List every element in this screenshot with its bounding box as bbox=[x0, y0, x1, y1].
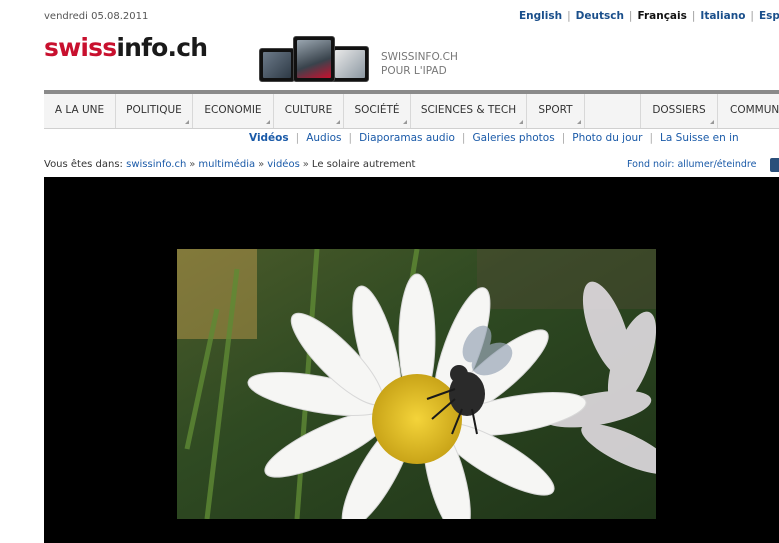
submenu-arrow-icon bbox=[710, 120, 714, 124]
nav-a-la-une[interactable]: A LA UNE bbox=[44, 94, 116, 128]
subnav-diaporamas-audio[interactable]: Diaporamas audio bbox=[359, 132, 455, 144]
promo-line-1: SWISSINFO.CH bbox=[381, 51, 458, 63]
nav-label: A LA UNE bbox=[54, 104, 105, 116]
separator: | bbox=[561, 132, 566, 144]
separator: | bbox=[295, 132, 300, 144]
nav-label: COMMUNA bbox=[730, 104, 779, 116]
nav-culture[interactable]: CULTURE bbox=[274, 94, 344, 128]
breadcrumb-current: Le solaire autrement bbox=[311, 159, 416, 170]
subnav-photo-du-jour[interactable]: Photo du jour bbox=[572, 132, 642, 144]
lang-francais[interactable]: Français bbox=[637, 10, 686, 22]
nav-dossiers[interactable]: DOSSIERS bbox=[641, 94, 718, 128]
lang-deutsch[interactable]: Deutsch bbox=[576, 10, 624, 22]
logo-part-swiss: swiss bbox=[44, 33, 117, 62]
breadcrumb-link-home[interactable]: swissinfo.ch bbox=[126, 159, 186, 170]
subnav-videos[interactable]: Vidéos bbox=[249, 132, 289, 144]
nav-label: DOSSIERS bbox=[652, 104, 706, 116]
lightbulb-icon[interactable] bbox=[770, 158, 779, 172]
separator: | bbox=[567, 10, 571, 22]
nav-economie[interactable]: ECONOMIE bbox=[193, 94, 274, 128]
breadcrumb-prefix: Vous êtes dans: bbox=[44, 159, 123, 170]
language-selector: English | Deutsch | Français | Italiano | Espan bbox=[519, 10, 779, 22]
separator: | bbox=[461, 132, 466, 144]
breadcrumb: Vous êtes dans: swissinfo.ch» multimédia»… bbox=[44, 159, 415, 170]
daisy-fly-video-still bbox=[177, 249, 656, 519]
breadcrumb-link-videos[interactable]: vidéos bbox=[267, 159, 300, 170]
tablet-right-icon bbox=[331, 46, 369, 82]
nav-communaute[interactable]: COMMUNA bbox=[718, 94, 779, 128]
ipad-promo-text[interactable]: SWISSINFO.CH POUR L'IPAD bbox=[381, 50, 458, 78]
nav-sport[interactable]: SPORT bbox=[527, 94, 585, 128]
submenu-arrow-icon bbox=[519, 120, 523, 124]
submenu-arrow-icon bbox=[266, 120, 270, 124]
subnav-galeries-photos[interactable]: Galeries photos bbox=[472, 132, 554, 144]
subnav-audios[interactable]: Audios bbox=[306, 132, 341, 144]
promo-line-2: POUR L'IPAD bbox=[381, 65, 447, 77]
nav-politique[interactable]: POLITIQUE bbox=[116, 94, 193, 128]
separator: | bbox=[348, 132, 353, 144]
video-player[interactable] bbox=[44, 177, 779, 543]
subnav-la-suisse-en-images[interactable]: La Suisse en in bbox=[660, 132, 739, 144]
breadcrumb-link-multimedia[interactable]: multimédia bbox=[198, 159, 255, 170]
main-navigation: A LA UNE POLITIQUE ECONOMIE CULTURE SOCI… bbox=[44, 90, 779, 129]
nav-label: CULTURE bbox=[284, 104, 333, 116]
nav-societe[interactable]: SOCIÉTÉ bbox=[344, 94, 411, 128]
separator: | bbox=[628, 10, 633, 22]
separator: | bbox=[691, 10, 696, 22]
breadcrumb-arrow-icon: » bbox=[302, 159, 309, 170]
breadcrumb-arrow-icon: » bbox=[189, 159, 196, 170]
nav-label: POLITIQUE bbox=[126, 104, 182, 116]
submenu-arrow-icon bbox=[185, 120, 189, 124]
separator: | bbox=[649, 132, 654, 144]
nav-empty bbox=[585, 94, 641, 128]
submenu-arrow-icon bbox=[336, 120, 340, 124]
multimedia-subnav: Vidéos | Audios | Diaporamas audio | Galeries … bbox=[249, 132, 739, 144]
ipad-promo-image[interactable] bbox=[259, 36, 369, 82]
lang-italiano[interactable]: Italiano bbox=[700, 10, 745, 22]
lang-espanol[interactable]: Espan bbox=[759, 10, 779, 22]
nav-label: SCIENCES & TECH bbox=[420, 104, 517, 116]
nav-sciences-tech[interactable]: SCIENCES & TECH bbox=[411, 94, 527, 128]
separator: | bbox=[750, 10, 754, 22]
current-date: vendredi 05.08.2011 bbox=[44, 11, 149, 22]
submenu-arrow-icon bbox=[403, 120, 407, 124]
breadcrumb-arrow-icon: » bbox=[258, 159, 265, 170]
lang-english[interactable]: English bbox=[519, 10, 562, 22]
nav-label: SPORT bbox=[538, 104, 573, 116]
nav-label: SOCIÉTÉ bbox=[354, 104, 400, 116]
tablet-left-icon bbox=[259, 48, 295, 82]
logo-part-info: info.ch bbox=[116, 33, 208, 62]
swissinfo-logo[interactable]: swissinfo.ch bbox=[44, 33, 208, 62]
dark-mode-toggle[interactable]: Fond noir: allumer/éteindre bbox=[627, 159, 756, 170]
tablet-center-icon bbox=[293, 36, 335, 82]
submenu-arrow-icon bbox=[577, 120, 581, 124]
video-frame[interactable] bbox=[177, 249, 656, 519]
nav-label: ECONOMIE bbox=[204, 104, 262, 116]
